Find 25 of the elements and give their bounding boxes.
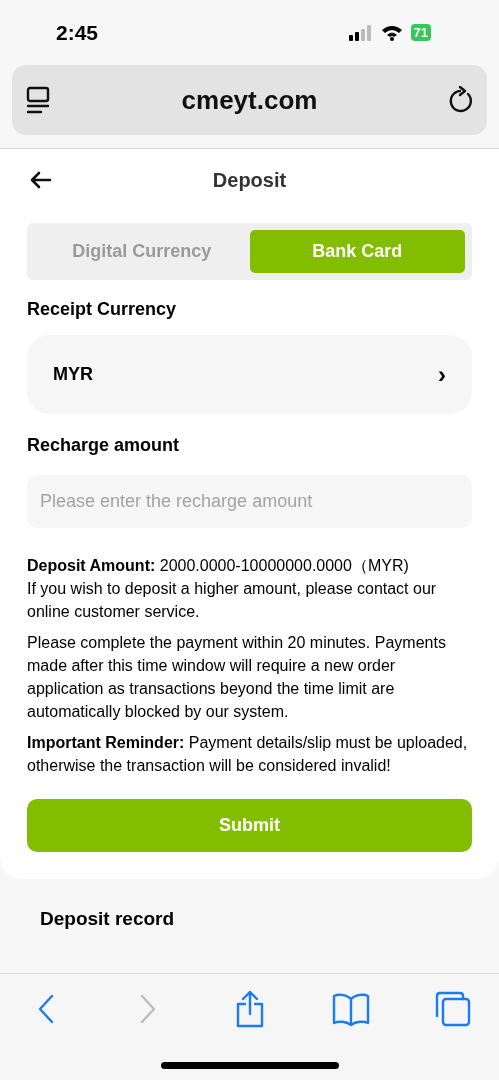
tabs-icon [434,990,472,1028]
amount-input[interactable]: Please enter the recharge amount [27,475,472,528]
url-text: cmeyt.com [181,83,318,117]
notice-text: Deposit Amount: 2000.0000-10000000.0000（MYR) If you wish to deposit a higher amount, please contact our online customer service. [27,556,438,622]
currency-select[interactable]: MYR › [27,335,472,414]
reader-icon [25,86,51,114]
battery-level: 71 [410,24,431,41]
tab[interactable]: Bank Card [249,230,465,273]
field-label: Recharge amount [27,434,181,457]
submit-button[interactable]: Submit [27,799,472,852]
notice-text: Please complete the payment within 20 minutes. Payments made after this time window will require a new order application as transactions beyond the time limit are automatically blocked by our system. [27,633,447,722]
address-bar[interactable]: cmeyt.com [12,65,487,135]
back-arrow-icon[interactable] [30,171,52,189]
reload-icon [448,86,474,114]
wifi-icon [380,24,403,41]
section-title: Deposit record [40,908,175,929]
notice-text: Important Reminder: Payment details/slip must be uploaded, otherwise the transaction will be considered invalid! [27,733,469,776]
book-icon [332,992,371,1026]
field-label: Receipt Currency [27,298,178,321]
status-time: 2:45 [56,19,99,46]
tab[interactable]: Digital Currency [34,230,250,273]
signal-icon [348,24,373,41]
back-icon [37,993,55,1025]
forward-icon [138,993,157,1025]
page-title: Deposit [211,168,288,193]
